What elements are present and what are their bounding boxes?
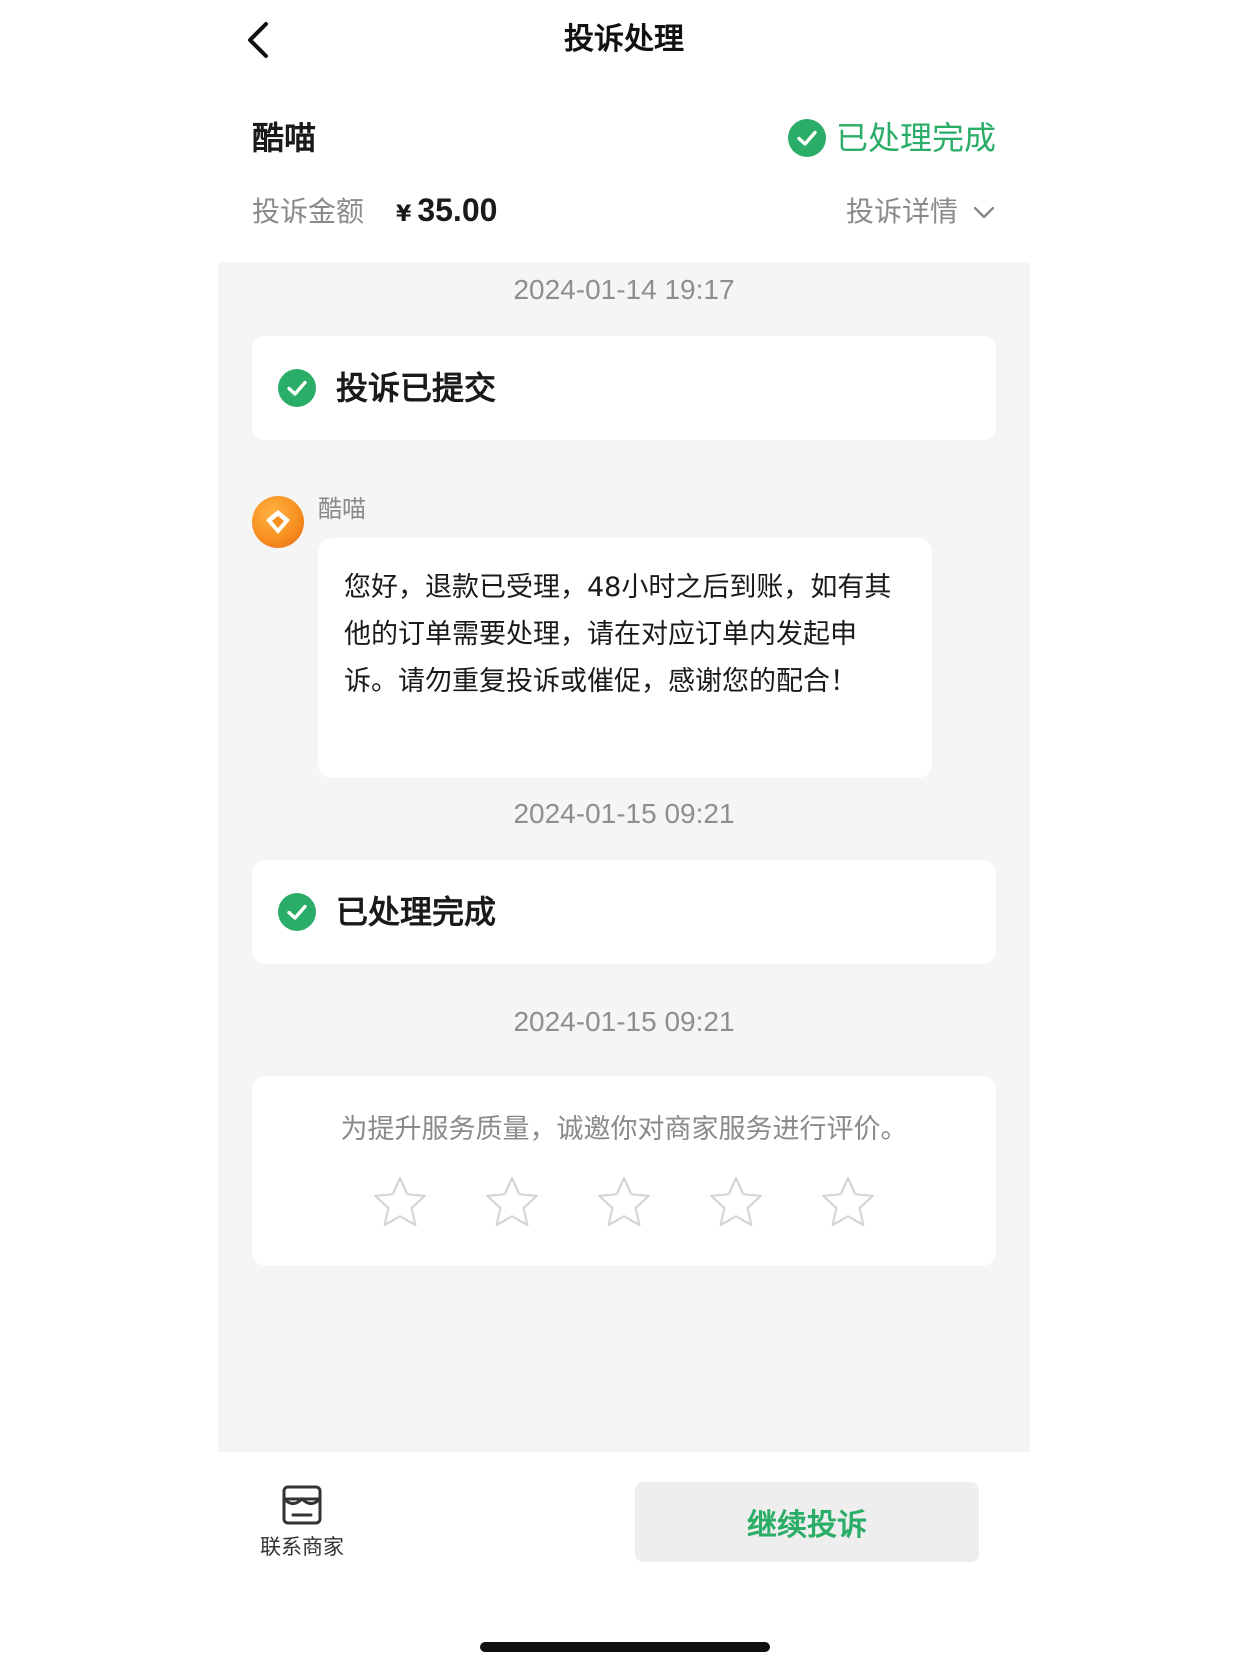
- merchant-name: 酷喵: [252, 119, 317, 157]
- complaint-status: 已处理完成: [787, 114, 996, 162]
- merchant-avatar: [252, 496, 304, 548]
- rating-card: 为提升服务质量，诚邀你对商家服务进行评价。: [252, 1076, 996, 1266]
- status-card-completed: 已处理完成: [252, 860, 996, 964]
- detail-toggle-label: 投诉详情: [845, 195, 958, 228]
- storefront-icon: [282, 1485, 322, 1525]
- check-circle-icon: [278, 369, 316, 407]
- star-rating: [372, 1174, 876, 1230]
- nav-bar: 投诉处理: [218, 0, 1030, 80]
- star-outline-icon[interactable]: [372, 1174, 428, 1230]
- event-timestamp: 2024-01-14 19:17: [513, 274, 735, 305]
- status-card-label: 投诉已提交: [336, 369, 497, 407]
- contact-merchant-label: 联系商家: [260, 1535, 344, 1559]
- page-title: 投诉处理: [564, 22, 684, 57]
- complaint-timeline: 2024-01-14 19:17 投诉已提交 酷喵 您好，退款已受理，48小时之…: [218, 262, 1030, 1452]
- rating-prompt: 为提升服务质量，诚邀你对商家服务进行评价。: [340, 1114, 908, 1145]
- contact-merchant-button[interactable]: 联系商家: [252, 1484, 352, 1568]
- message-bubble: 您好，退款已受理，48小时之后到账，如有其他的订单需要处理，请在对应订单内发起申…: [318, 538, 932, 778]
- amount-currency: ¥: [396, 202, 412, 227]
- home-indicator: [480, 1642, 770, 1652]
- message-sender: 酷喵: [318, 495, 366, 523]
- message-text: 您好，退款已受理，48小时之后到账，如有其他的订单需要处理，请在对应订单内发起申…: [344, 572, 892, 697]
- star-outline-icon[interactable]: [596, 1174, 652, 1230]
- amount-label: 投诉金额: [252, 195, 365, 228]
- star-outline-icon[interactable]: [484, 1174, 540, 1230]
- chevron-down-icon: [973, 206, 995, 219]
- status-card-label: 已处理完成: [336, 893, 497, 931]
- status-card-submitted: 投诉已提交: [252, 336, 996, 440]
- star-outline-icon[interactable]: [708, 1174, 764, 1230]
- amount-value: 35.00: [417, 192, 498, 228]
- event-timestamp: 2024-01-15 09:21: [513, 798, 735, 829]
- merchant-logo: [266, 510, 290, 534]
- complaint-status-text: 已处理完成: [835, 119, 996, 157]
- complaint-amount: 投诉金额 ¥ 35.00: [252, 190, 497, 234]
- complaint-page: 投诉处理 酷喵 已处理完成 投诉金额 ¥ 35.00 投诉详情 2024-01-…: [218, 0, 1030, 1660]
- check-circle-icon: [278, 893, 316, 931]
- star-outline-icon[interactable]: [820, 1174, 876, 1230]
- check-circle-icon: [787, 119, 826, 157]
- continue-complaint-button[interactable]: 继续投诉: [635, 1482, 979, 1562]
- rating-timestamp: 2024-01-15 09:21: [513, 1006, 735, 1037]
- complaint-detail-toggle[interactable]: 投诉详情: [846, 190, 996, 234]
